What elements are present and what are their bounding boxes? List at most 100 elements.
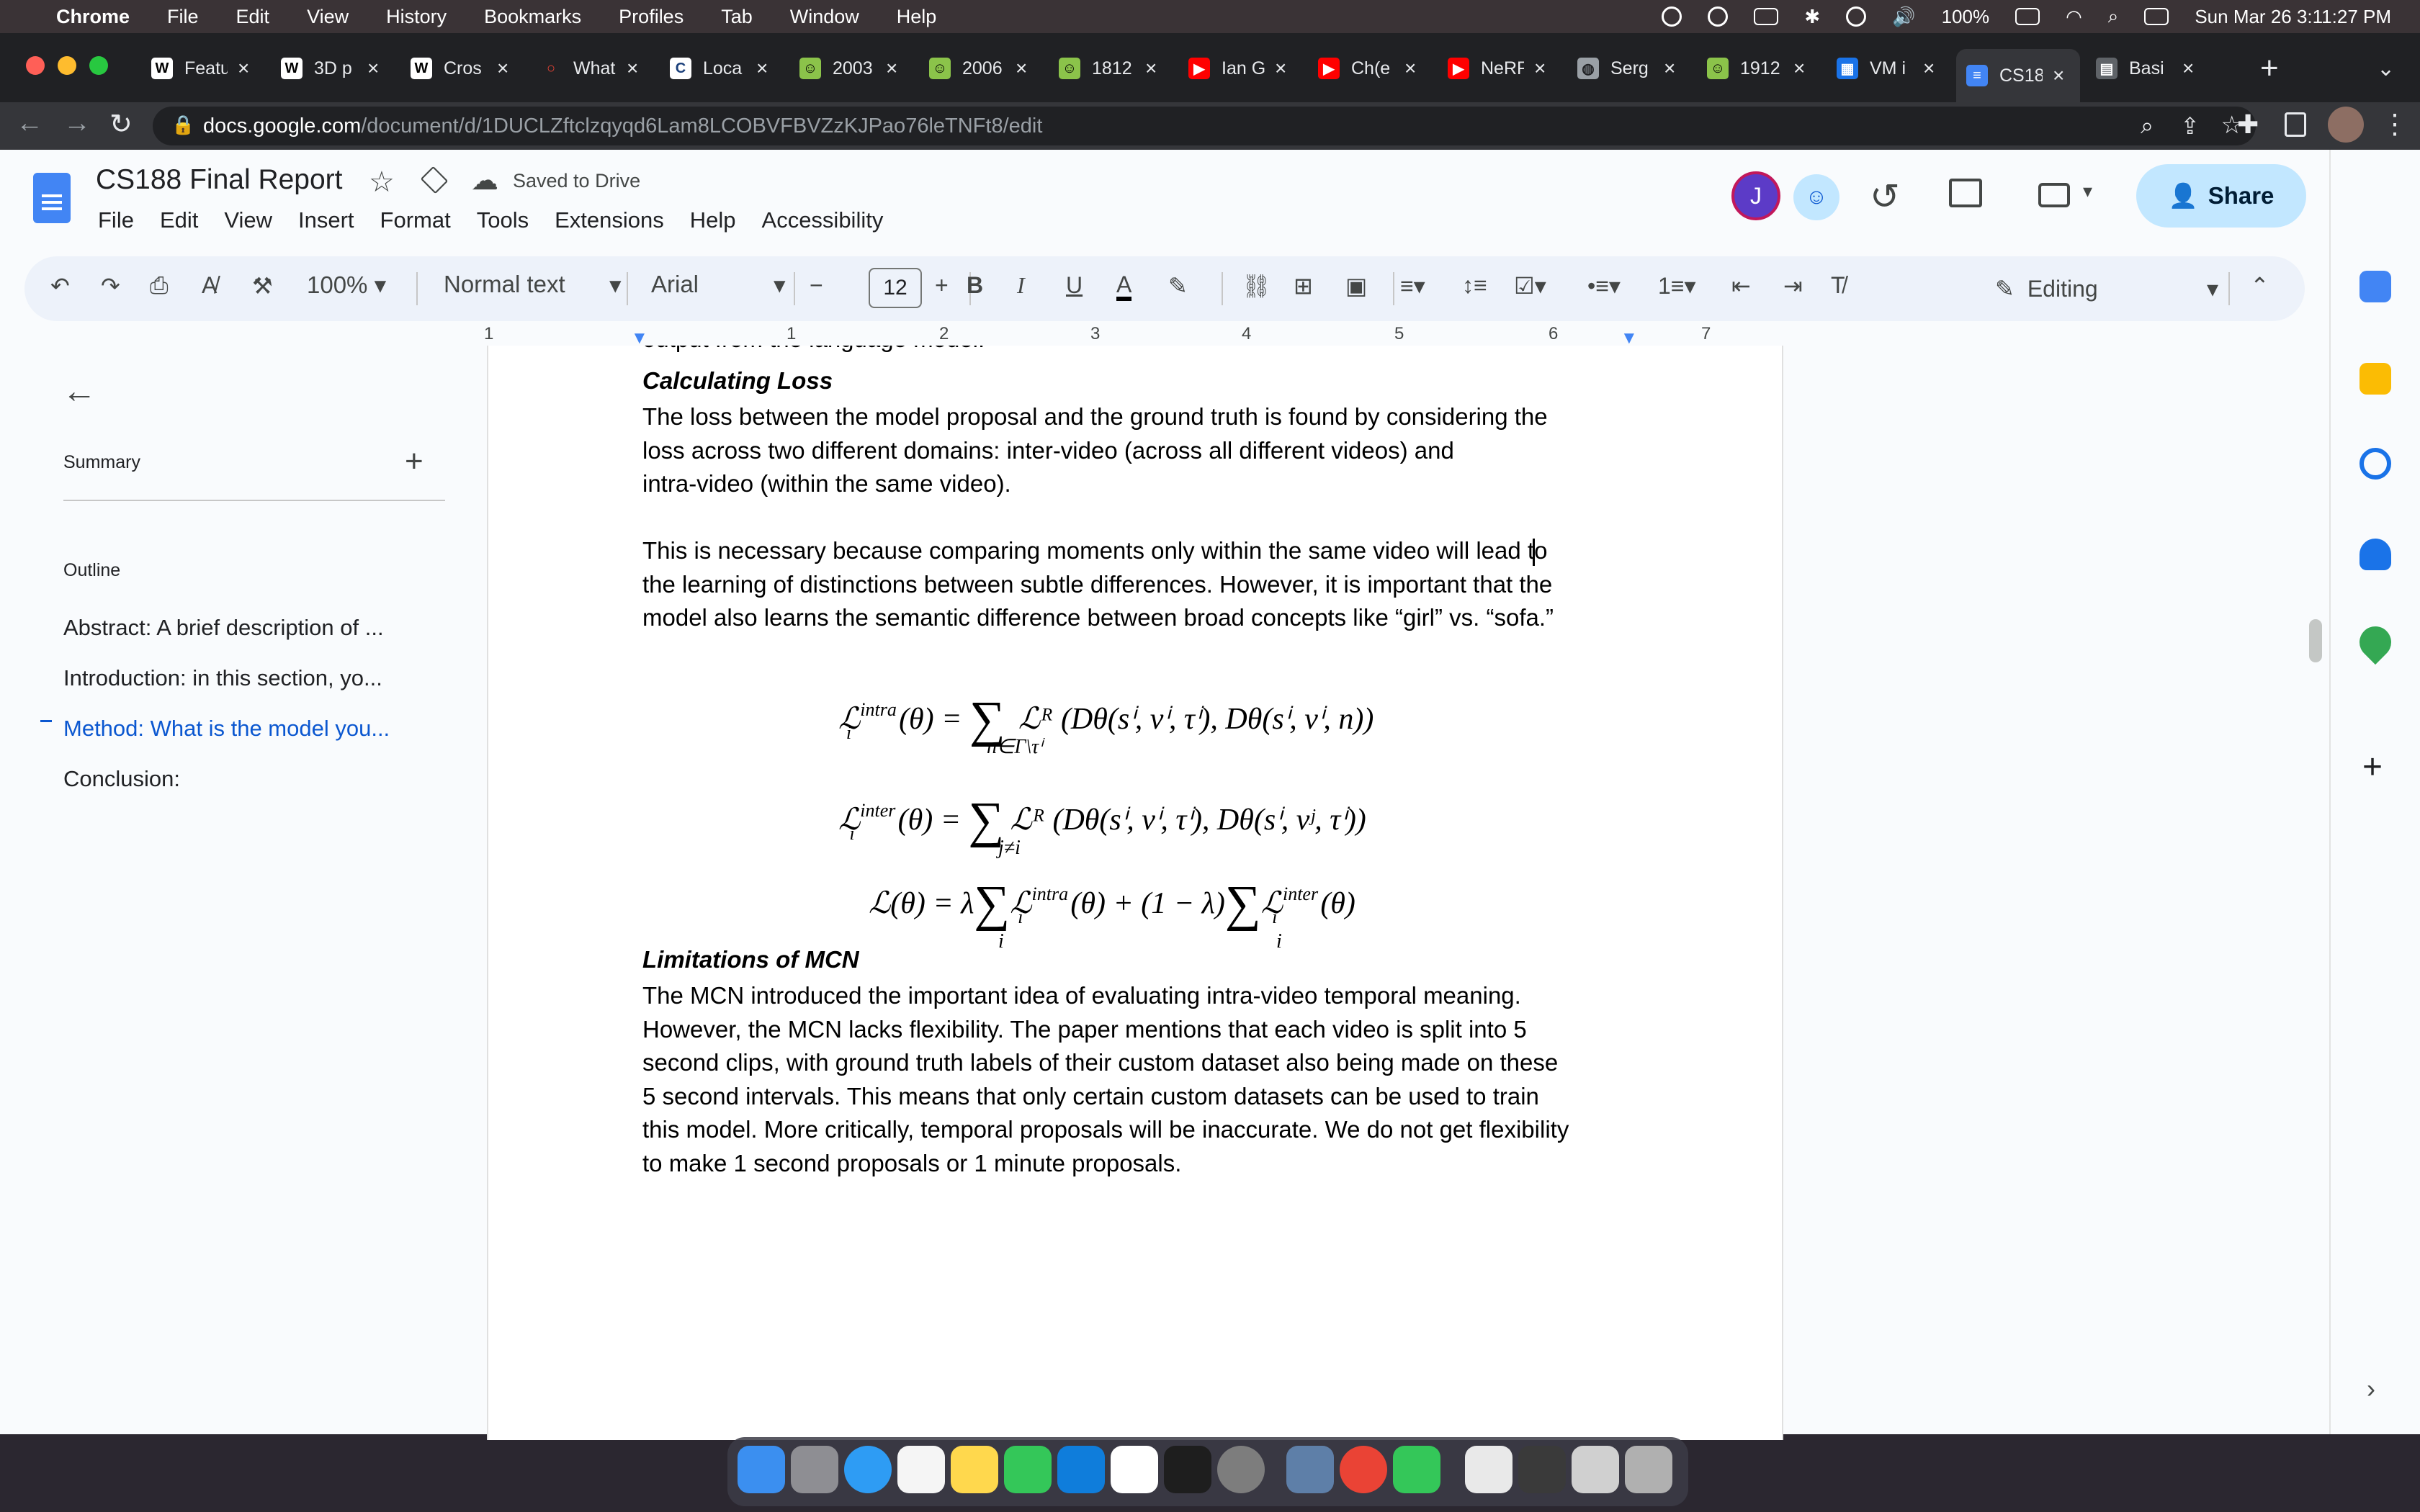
docs-menu-format[interactable]: Format — [380, 207, 451, 233]
browser-tab[interactable]: C Loca × — [660, 49, 784, 88]
window-thumbnail-icon[interactable] — [1572, 1446, 1619, 1493]
italic-icon[interactable]: I — [1017, 272, 1025, 299]
docs-menu-help[interactable]: Help — [690, 207, 736, 233]
play-icon[interactable] — [1846, 6, 1867, 27]
app-menu-chrome[interactable]: Chrome — [56, 6, 130, 28]
zoom-window-button[interactable] — [89, 56, 108, 75]
underline-icon[interactable]: U — [1066, 272, 1083, 299]
close-tab-icon[interactable]: × — [2182, 57, 2194, 80]
close-tab-icon[interactable]: × — [886, 57, 897, 80]
close-outline-back-icon[interactable]: ← — [62, 372, 97, 411]
close-tab-icon[interactable]: × — [627, 57, 638, 80]
reminders-icon[interactable] — [897, 1446, 945, 1493]
meet-dropdown-icon[interactable]: ▾ — [2083, 180, 2092, 202]
document-title[interactable]: CS188 Final Report — [96, 164, 343, 196]
docs-menu-extensions[interactable]: Extensions — [555, 207, 664, 233]
address-bar[interactable]: 🔒 docs.google.com/document/d/1DUCLZftclz… — [153, 107, 2256, 145]
bold-icon[interactable]: B — [967, 272, 983, 299]
new-tab-icon[interactable]: + — [2260, 50, 2279, 86]
slack-icon[interactable] — [1111, 1446, 1158, 1493]
decrease-indent-icon[interactable]: ⇤ — [1731, 272, 1751, 300]
facetime-icon[interactable] — [1393, 1446, 1440, 1493]
cloud-saved-icon[interactable]: ☁ — [471, 164, 498, 197]
docs-menu-file[interactable]: File — [98, 207, 134, 233]
paragraph-style-select[interactable]: Normal text ▾ — [444, 271, 631, 298]
close-tab-icon[interactable]: × — [1016, 57, 1027, 80]
zoom-lens-icon[interactable]: ⌕ — [2141, 112, 2154, 140]
docs-menu-tools[interactable]: Tools — [477, 207, 529, 233]
menu-view[interactable]: View — [307, 6, 349, 28]
finder-icon[interactable] — [738, 1446, 785, 1493]
close-tab-icon[interactable]: × — [238, 57, 249, 80]
move-to-drive-icon[interactable] — [420, 166, 449, 194]
browser-tab[interactable]: W Featu × — [141, 49, 265, 88]
browser-tab[interactable]: W Cros × — [400, 49, 524, 88]
chrome-menu-icon[interactable]: ⋮ — [2381, 108, 2408, 140]
editing-mode-select[interactable]: ✎ Editing ▾ — [1995, 271, 2218, 307]
star-icon[interactable]: ☆ — [369, 166, 395, 199]
keep-icon[interactable] — [2360, 363, 2391, 395]
browser-tab[interactable]: ▶ NeRF × — [1438, 49, 1561, 88]
menu-edit[interactable]: Edit — [236, 6, 270, 28]
version-history-icon[interactable]: ↺ — [1870, 176, 1900, 217]
cloud-sync-icon[interactable] — [1708, 6, 1729, 27]
browser-tab[interactable]: W 3D p × — [271, 49, 395, 88]
back-icon[interactable]: ← — [16, 108, 43, 139]
vscode-icon[interactable] — [1057, 1446, 1105, 1493]
control-center-icon[interactable] — [2144, 8, 2169, 25]
bulleted-list-icon[interactable]: •≡▾ — [1587, 272, 1621, 300]
docs-menu-accessibility[interactable]: Accessibility — [762, 207, 884, 233]
close-tab-icon[interactable]: × — [1664, 57, 1675, 80]
increase-font-size-icon[interactable]: + — [935, 272, 949, 299]
maps-icon[interactable] — [2352, 619, 2398, 665]
browser-tab[interactable]: ○ What × — [530, 49, 654, 88]
outline-item-introduction[interactable]: Introduction: in this section, yo... — [63, 665, 382, 691]
bluetooth-icon[interactable]: ✱ — [1804, 6, 1820, 28]
meet-chat-icon[interactable]: ☺ — [1793, 174, 1839, 220]
preview-icon[interactable] — [1286, 1446, 1334, 1493]
print-icon[interactable]: ⎙ — [150, 272, 169, 300]
get-addons-icon[interactable]: + — [2362, 747, 2383, 787]
safari-icon[interactable] — [844, 1446, 892, 1493]
calendar-icon[interactable] — [2360, 271, 2391, 302]
highlight-color-icon[interactable]: ✎ — [1168, 272, 1188, 300]
lock-icon[interactable]: 🔒 — [171, 114, 194, 136]
close-window-button[interactable] — [26, 56, 45, 75]
document-page[interactable]: output from the language model. Calculat… — [487, 346, 1783, 1440]
numbered-list-icon[interactable]: 1≡▾ — [1658, 272, 1696, 300]
font-size-input[interactable]: 12 — [869, 268, 922, 308]
close-tab-icon[interactable]: × — [367, 57, 379, 80]
menu-bookmarks[interactable]: Bookmarks — [484, 6, 581, 28]
spotlight-search-icon[interactable]: ⌕ — [2108, 5, 2119, 28]
trash-icon[interactable] — [1625, 1446, 1672, 1493]
docs-menu-edit[interactable]: Edit — [160, 207, 198, 233]
browser-tab[interactable]: ≡ CS18 × — [1956, 49, 2080, 102]
browser-tab[interactable]: ◍ Serg × — [1567, 49, 1691, 88]
clear-formatting-icon[interactable]: T̸ — [1831, 272, 1845, 299]
paint-format-icon[interactable]: ⚒ — [252, 272, 273, 300]
close-tab-icon[interactable]: × — [2053, 64, 2064, 87]
insert-image-icon[interactable]: ▣ — [1345, 272, 1367, 300]
profile-avatar[interactable] — [2328, 107, 2364, 143]
browser-tab[interactable]: ▶ Ian G × — [1178, 49, 1302, 88]
menu-tab[interactable]: Tab — [721, 6, 753, 28]
checklist-icon[interactable]: ☑▾ — [1514, 272, 1546, 300]
keyboard-icon[interactable] — [1754, 8, 1779, 25]
add-summary-icon[interactable]: + — [405, 444, 424, 480]
browser-tab[interactable]: ▶ Ch(e × — [1308, 49, 1432, 88]
share-page-icon[interactable]: ⇪ — [2180, 112, 2200, 140]
menu-history[interactable]: History — [386, 6, 447, 28]
screenshot-stack-icon[interactable] — [1518, 1446, 1566, 1493]
battery-icon[interactable] — [2015, 8, 2040, 25]
tab-search-chevron-icon[interactable]: ⌄ — [2377, 56, 2395, 81]
wifi-icon[interactable]: ◠ — [2066, 6, 2082, 28]
outline-item-method[interactable]: Method: What is the model you... — [63, 716, 390, 742]
close-tab-icon[interactable]: × — [756, 57, 768, 80]
extensions-puzzle-icon[interactable]: ✚ — [2237, 109, 2259, 140]
collaborator-avatar[interactable]: J — [1731, 171, 1780, 220]
status-app-icon[interactable] — [1662, 6, 1682, 27]
align-left-icon[interactable]: ≡▾ — [1400, 272, 1425, 300]
close-tab-icon[interactable]: × — [1145, 57, 1157, 80]
notes-icon[interactable] — [951, 1446, 998, 1493]
close-tab-icon[interactable]: × — [1923, 57, 1935, 80]
